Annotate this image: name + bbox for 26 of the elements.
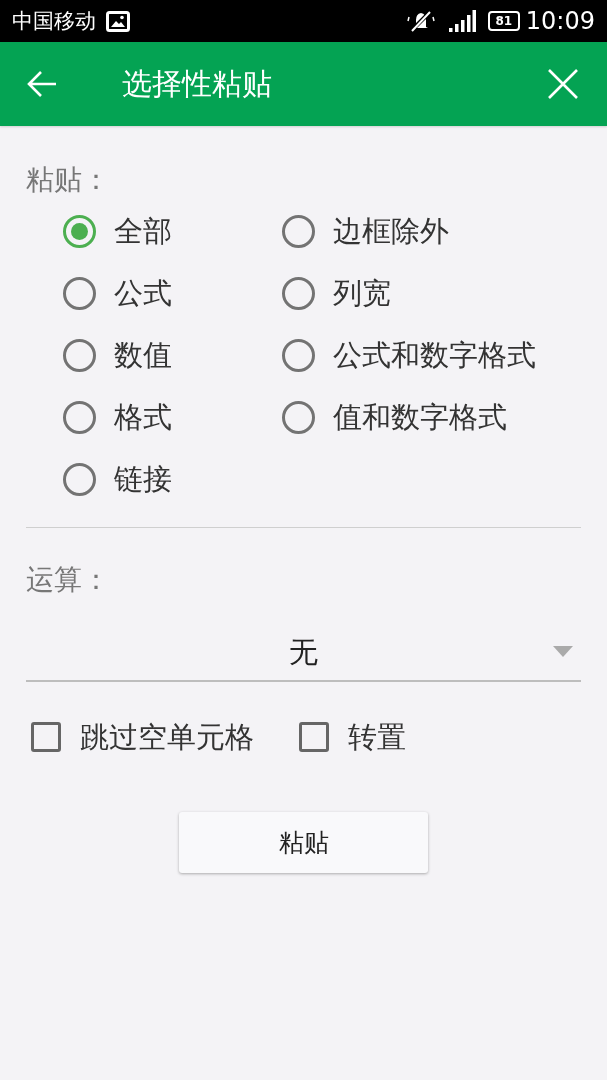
radio-option[interactable]: 格式 (63, 386, 282, 448)
paste-section-label: 粘贴： (26, 162, 111, 198)
close-icon (548, 69, 578, 99)
radio-option[interactable]: 公式和数字格式 (282, 324, 581, 386)
signal-icon (448, 10, 476, 32)
dropdown-arrow-icon (553, 646, 573, 657)
image-icon (106, 10, 130, 32)
radio-option[interactable]: 公式 (63, 262, 282, 324)
paste-button[interactable]: 粘贴 (179, 812, 428, 873)
radio-option[interactable]: 数值 (63, 324, 282, 386)
radio-option[interactable]: 列宽 (282, 262, 581, 324)
radio-option[interactable]: 链接 (63, 448, 282, 510)
operation-section-label: 运算： (26, 562, 111, 598)
radio-option[interactable]: 值和数字格式 (282, 386, 581, 448)
checkbox-option[interactable]: 转置 (299, 722, 406, 752)
carrier-name: 中国移动 (12, 10, 96, 32)
back-arrow-icon (26, 70, 58, 98)
dialog-title: 选择性粘贴 (122, 69, 272, 99)
radio-option[interactable]: 全部 (63, 200, 282, 262)
battery-percentage: 81 (495, 15, 513, 27)
muted-bell-icon (406, 9, 435, 33)
close-button[interactable] (547, 68, 579, 100)
operation-dropdown[interactable]: 无 (26, 624, 581, 682)
clock-time: 10:09 (525, 9, 595, 33)
checkbox-option[interactable]: 跳过空单元格 (31, 722, 254, 752)
radio-option[interactable]: 边框除外 (282, 200, 581, 262)
